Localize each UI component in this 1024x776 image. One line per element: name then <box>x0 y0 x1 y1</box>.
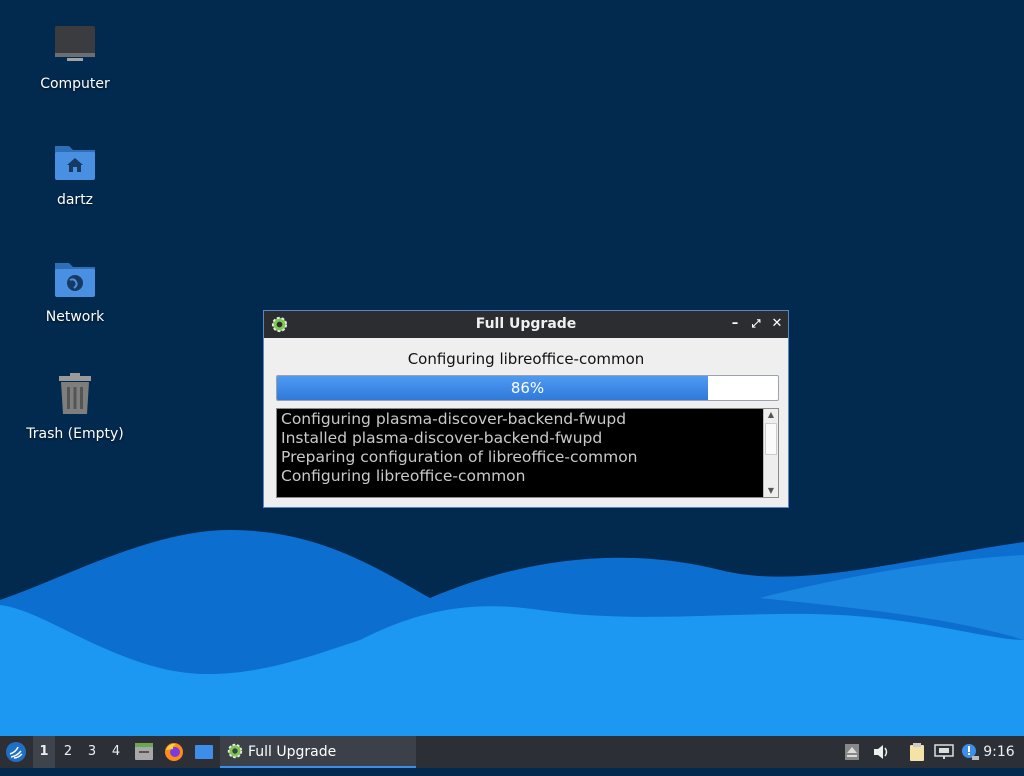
taskbar-task-full-upgrade[interactable]: Full Upgrade <box>220 736 416 768</box>
desktop-icon <box>195 745 213 759</box>
desktop-icon-computer[interactable]: Computer <box>15 22 135 92</box>
desktop-icon-home[interactable]: dartz <box>15 138 135 208</box>
desktop-icon-label: Network <box>45 309 105 325</box>
task-label: Full Upgrade <box>248 744 337 760</box>
firefox-icon <box>165 743 183 761</box>
full-upgrade-window: Full Upgrade – ⤢ ✕ Configuring libreoffi… <box>263 310 789 508</box>
workspace-4[interactable]: 4 <box>105 736 127 768</box>
file-manager-icon <box>135 743 153 760</box>
clock[interactable]: 9:16 <box>980 736 1018 768</box>
network-status-icon[interactable] <box>933 736 955 768</box>
scroll-down-icon[interactable]: ▼ <box>764 485 778 497</box>
scrollbar-thumb[interactable] <box>765 423 777 455</box>
clipboard-icon[interactable] <box>906 736 928 768</box>
maximize-button[interactable]: ⤢ <box>748 316 764 332</box>
update-notifier-icon[interactable] <box>959 736 981 768</box>
scroll-up-icon[interactable]: ▲ <box>764 409 778 421</box>
desktop-icon-trash[interactable]: Trash (Empty) <box>15 372 135 442</box>
status-text: Configuring libreoffice-common <box>407 350 645 368</box>
log-output[interactable]: Configuring plasma-discover-backend-fwup… <box>276 408 779 498</box>
trash-icon <box>51 372 99 420</box>
network-folder-icon <box>51 255 99 303</box>
log-line: Configuring libreoffice-common <box>281 467 526 485</box>
volume-icon[interactable] <box>870 736 892 768</box>
minimize-button[interactable]: – <box>727 316 743 332</box>
firefox-launcher[interactable] <box>162 736 186 768</box>
show-desktop-button[interactable] <box>192 736 216 768</box>
desktop-icon-network[interactable]: Network <box>15 255 135 325</box>
home-folder-icon <box>51 138 99 186</box>
tray-eject-icon[interactable] <box>842 736 862 768</box>
monitor-icon <box>51 22 99 70</box>
workspace-2[interactable]: 2 <box>57 736 79 768</box>
start-menu-button[interactable] <box>2 736 30 768</box>
close-button[interactable]: ✕ <box>769 316 785 332</box>
desktop-icon-label: Trash (Empty) <box>26 426 124 442</box>
lubuntu-logo-icon <box>6 742 26 762</box>
progress-label: 86% <box>510 379 545 397</box>
desktop-icon-label: Computer <box>40 76 110 92</box>
workspace-1[interactable]: 1 <box>33 736 55 768</box>
log-scrollbar[interactable]: ▲ ▼ <box>763 409 778 497</box>
taskbar: 1 2 3 4 Full Upgrade 9:16 <box>0 736 1024 768</box>
workspace-3[interactable]: 3 <box>81 736 103 768</box>
gear-icon <box>227 743 243 759</box>
window-title: Full Upgrade <box>475 316 577 332</box>
log-line: Preparing configuration of libreoffice-c… <box>281 448 638 466</box>
log-line: Installed plasma-discover-backend-fwupd <box>281 429 603 447</box>
log-line: Configuring plasma-discover-backend-fwup… <box>281 410 627 428</box>
desktop-icon-label: dartz <box>56 192 94 208</box>
progress-bar: 86% <box>276 375 779 401</box>
window-titlebar[interactable]: Full Upgrade – ⤢ ✕ <box>264 311 788 338</box>
file-manager-launcher[interactable] <box>132 736 156 768</box>
